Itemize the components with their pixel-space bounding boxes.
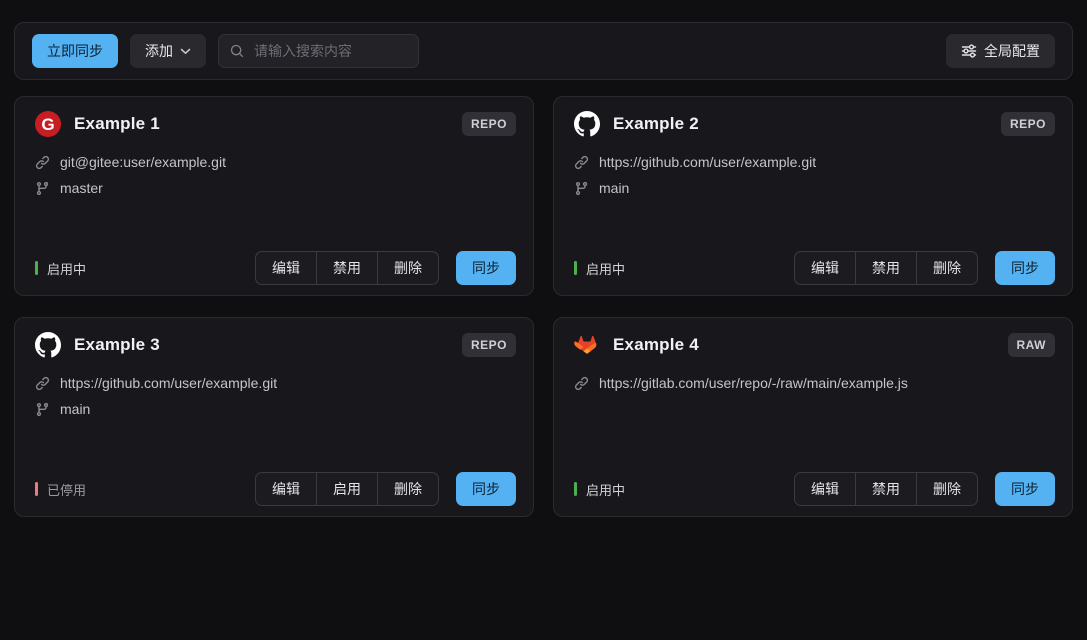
status-label: 启用中 xyxy=(47,259,86,278)
repo-url-row: https://gitlab.com/user/repo/-/raw/main/… xyxy=(574,375,1055,391)
card-header: G Example 1 REPO xyxy=(35,111,516,137)
repo-url: https://github.com/user/example.git xyxy=(599,154,816,170)
status-bar xyxy=(35,261,38,275)
status-indicator: 启用中 xyxy=(574,259,625,278)
repo-card: Example 3 REPO https://github.com/user/e… xyxy=(14,317,534,517)
card-header: Example 3 REPO xyxy=(35,332,516,358)
git-branch-icon xyxy=(574,181,589,196)
status-bar xyxy=(35,482,38,496)
gitee-icon: G xyxy=(35,111,61,137)
card-header: Example 4 RAW xyxy=(574,332,1055,358)
repo-sync-page: 立即同步 添加 xyxy=(0,0,1087,517)
card-footer: 启用中 编辑 禁用 删除 同步 xyxy=(574,472,1055,506)
status-label: 已停用 xyxy=(47,480,86,499)
sync-now-button[interactable]: 立即同步 xyxy=(32,34,118,68)
action-button-group: 编辑 启用 删除 xyxy=(255,472,439,506)
type-badge: REPO xyxy=(462,112,516,136)
repo-card: Example 2 REPO https://github.com/user/e… xyxy=(553,96,1073,296)
search-icon xyxy=(230,44,244,58)
delete-button[interactable]: 删除 xyxy=(377,251,439,285)
link-icon xyxy=(35,376,50,391)
card-actions: 编辑 启用 删除 同步 xyxy=(255,472,516,506)
action-button-group: 编辑 禁用 删除 xyxy=(794,472,978,506)
toggle-enable-button[interactable]: 禁用 xyxy=(855,472,917,506)
sliders-icon xyxy=(961,43,977,59)
svg-text:G: G xyxy=(41,115,54,134)
repo-url: https://gitlab.com/user/repo/-/raw/main/… xyxy=(599,375,908,391)
edit-button[interactable]: 编辑 xyxy=(794,251,856,285)
sync-button[interactable]: 同步 xyxy=(456,251,516,285)
card-footer: 启用中 编辑 禁用 删除 同步 xyxy=(35,251,516,285)
toggle-enable-button[interactable]: 禁用 xyxy=(855,251,917,285)
branch-row: master xyxy=(35,180,516,196)
github-icon xyxy=(574,111,600,137)
add-button[interactable]: 添加 xyxy=(130,34,206,68)
search-box xyxy=(218,34,419,68)
card-actions: 编辑 禁用 删除 同步 xyxy=(794,472,1055,506)
branch-row: main xyxy=(574,180,1055,196)
link-icon xyxy=(574,155,589,170)
status-bar xyxy=(574,482,577,496)
status-indicator: 启用中 xyxy=(574,480,625,499)
status-indicator: 已停用 xyxy=(35,480,86,499)
branch-name: master xyxy=(60,180,103,196)
toolbar: 立即同步 添加 xyxy=(14,22,1073,80)
card-title: Example 2 xyxy=(613,114,699,134)
repo-card: Example 4 RAW https://gitlab.com/user/re… xyxy=(553,317,1073,517)
toggle-enable-button[interactable]: 启用 xyxy=(316,472,378,506)
card-title: Example 4 xyxy=(613,335,699,355)
repo-url-row: https://github.com/user/example.git xyxy=(574,154,1055,170)
git-branch-icon xyxy=(35,402,50,417)
type-badge: RAW xyxy=(1008,333,1056,357)
branch-name: main xyxy=(60,401,90,417)
delete-button[interactable]: 删除 xyxy=(916,251,978,285)
repo-card: G Example 1 REPO git@gitee:user/example.… xyxy=(14,96,534,296)
card-header: Example 2 REPO xyxy=(574,111,1055,137)
delete-button[interactable]: 删除 xyxy=(916,472,978,506)
status-label: 启用中 xyxy=(586,259,625,278)
search-input[interactable] xyxy=(252,42,407,60)
toggle-enable-button[interactable]: 禁用 xyxy=(316,251,378,285)
branch-row: main xyxy=(35,401,516,417)
type-badge: REPO xyxy=(1001,112,1055,136)
delete-button[interactable]: 删除 xyxy=(377,472,439,506)
action-button-group: 编辑 禁用 删除 xyxy=(794,251,978,285)
link-icon xyxy=(35,155,50,170)
add-button-label: 添加 xyxy=(145,41,173,61)
card-title: Example 1 xyxy=(74,114,160,134)
card-actions: 编辑 禁用 删除 同步 xyxy=(255,251,516,285)
link-icon xyxy=(574,376,589,391)
card-footer: 已停用 编辑 启用 删除 同步 xyxy=(35,472,516,506)
edit-button[interactable]: 编辑 xyxy=(255,472,317,506)
global-config-button[interactable]: 全局配置 xyxy=(946,34,1055,68)
repo-url-row: https://github.com/user/example.git xyxy=(35,375,516,391)
repo-url: git@gitee:user/example.git xyxy=(60,154,226,170)
gitlab-icon xyxy=(574,332,600,358)
sync-button[interactable]: 同步 xyxy=(456,472,516,506)
github-icon xyxy=(35,332,61,358)
status-label: 启用中 xyxy=(586,480,625,499)
git-branch-icon xyxy=(35,181,50,196)
card-grid: G Example 1 REPO git@gitee:user/example.… xyxy=(14,96,1073,517)
global-config-label: 全局配置 xyxy=(984,41,1040,61)
repo-url-row: git@gitee:user/example.git xyxy=(35,154,516,170)
card-actions: 编辑 禁用 删除 同步 xyxy=(794,251,1055,285)
chevron-down-icon xyxy=(180,48,191,55)
status-bar xyxy=(574,261,577,275)
sync-button[interactable]: 同步 xyxy=(995,472,1055,506)
card-footer: 启用中 编辑 禁用 删除 同步 xyxy=(574,251,1055,285)
branch-name: main xyxy=(599,180,629,196)
type-badge: REPO xyxy=(462,333,516,357)
edit-button[interactable]: 编辑 xyxy=(794,472,856,506)
action-button-group: 编辑 禁用 删除 xyxy=(255,251,439,285)
card-title: Example 3 xyxy=(74,335,160,355)
repo-url: https://github.com/user/example.git xyxy=(60,375,277,391)
status-indicator: 启用中 xyxy=(35,259,86,278)
edit-button[interactable]: 编辑 xyxy=(255,251,317,285)
sync-button[interactable]: 同步 xyxy=(995,251,1055,285)
